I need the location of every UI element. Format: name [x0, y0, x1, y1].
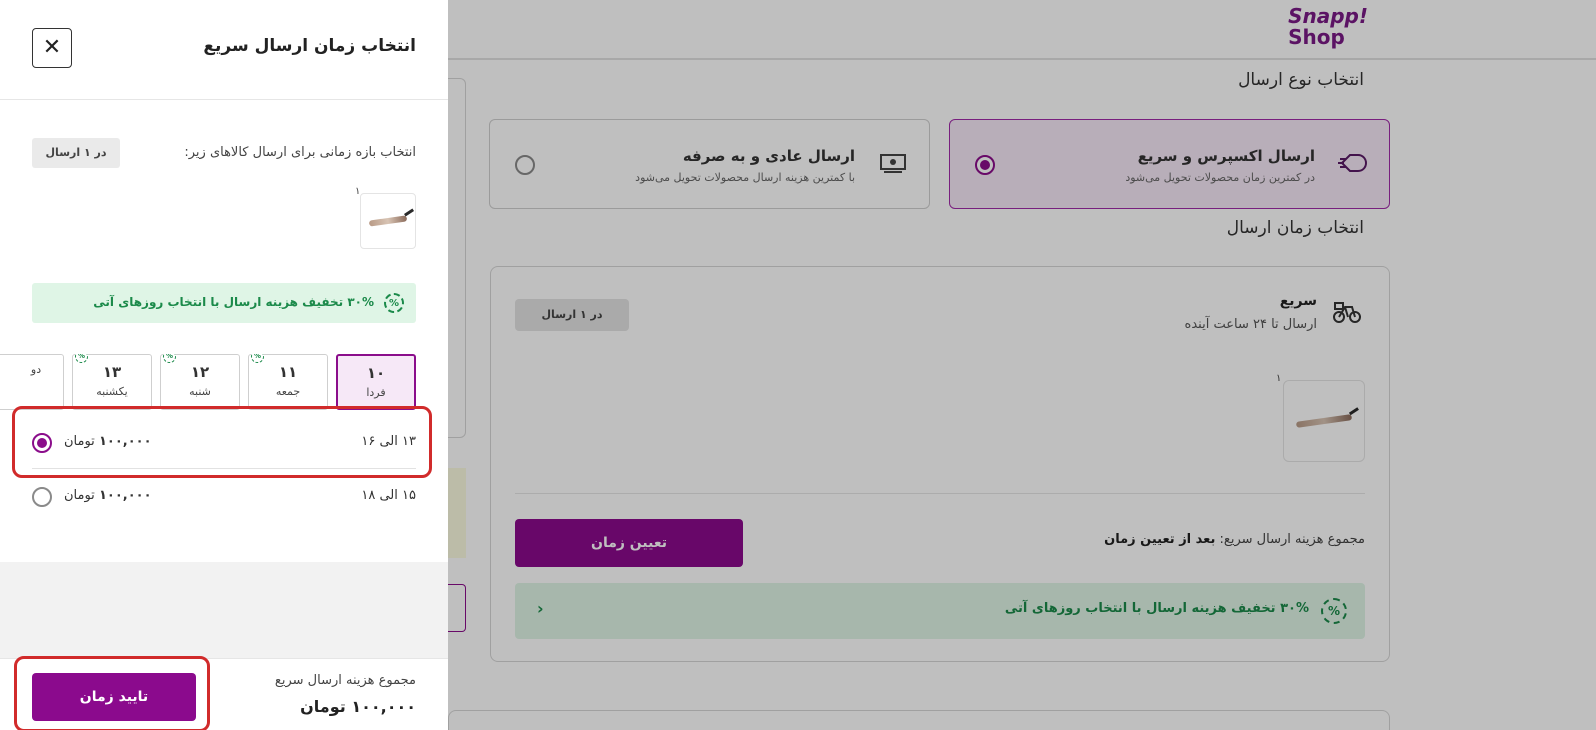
time-slot-range: ۱۵ الی ۱۸ [361, 488, 416, 503]
drawer-shipment-badge: در ۱ ارسال [32, 138, 120, 168]
time-slot-radio[interactable] [32, 433, 52, 453]
drawer-empty-area [0, 562, 448, 658]
drawer-product-thumbnail: ۱ [355, 186, 416, 249]
drawer-title: انتخاب زمان ارسال سریع [203, 36, 416, 56]
drawer-promo-banner: % ۳۰% تخفیف هزینه ارسال با انتخاب روزهای… [32, 283, 416, 323]
day-option-tomorrow[interactable]: ۱۰ فردا [336, 354, 416, 410]
footer-total-amount: ۱۰۰,۰۰۰ تومان [300, 697, 416, 716]
time-slot-range: ۱۳ الی ۱۶ [361, 434, 416, 449]
time-slot-price: ۱۰۰,۰۰۰ تومان [64, 488, 152, 503]
divider [32, 468, 416, 469]
discount-badge-icon: % [163, 354, 176, 363]
discount-badge-icon: % [384, 293, 404, 313]
hair-straightener-image [368, 215, 408, 227]
day-option-saturday[interactable]: % ۱۲ شنبه [160, 354, 240, 410]
time-slot-price: ۱۰۰,۰۰۰ تومان [64, 434, 152, 449]
drawer-header: انتخاب زمان ارسال سریع ✕ [0, 0, 448, 100]
drawer-intro-text: انتخاب بازه زمانی برای ارسال کالاهای زیر… [184, 145, 416, 160]
day-option-monday[interactable]: دو [0, 354, 64, 410]
close-button[interactable]: ✕ [32, 28, 72, 68]
discount-badge-icon: % [251, 354, 264, 363]
footer-total-label: مجموع هزینه ارسال سریع [274, 673, 416, 688]
time-slot-option[interactable]: ۱۵ الی ۱۸ ۱۰۰,۰۰۰ تومان [32, 483, 416, 513]
time-slot-option[interactable]: ۱۳ الی ۱۶ ۱۰۰,۰۰۰ تومان [32, 429, 416, 459]
time-slot-radio[interactable] [32, 487, 52, 507]
discount-badge-icon: % [75, 354, 88, 363]
close-icon: ✕ [42, 35, 62, 60]
product-quantity: ۱ [355, 186, 361, 197]
day-option-sunday[interactable]: % ۱۳ یکشنبه [72, 354, 152, 410]
confirm-time-button[interactable]: تایید زمان [32, 673, 196, 721]
drawer-promo-text: ۳۰% تخفیف هزینه ارسال با انتخاب روزهای آ… [93, 295, 374, 309]
day-option-friday[interactable]: % ۱۱ جمعه [248, 354, 328, 410]
day-selector[interactable]: ۱۰ فردا % ۱۱ جمعه % ۱۲ شنبه % ۱۳ یکشنبه … [0, 354, 448, 412]
drawer-footer: مجموع هزینه ارسال سریع ۱۰۰,۰۰۰ تومان تای… [0, 658, 448, 730]
time-selection-drawer: انتخاب زمان ارسال سریع ✕ انتخاب بازه زما… [0, 0, 448, 730]
